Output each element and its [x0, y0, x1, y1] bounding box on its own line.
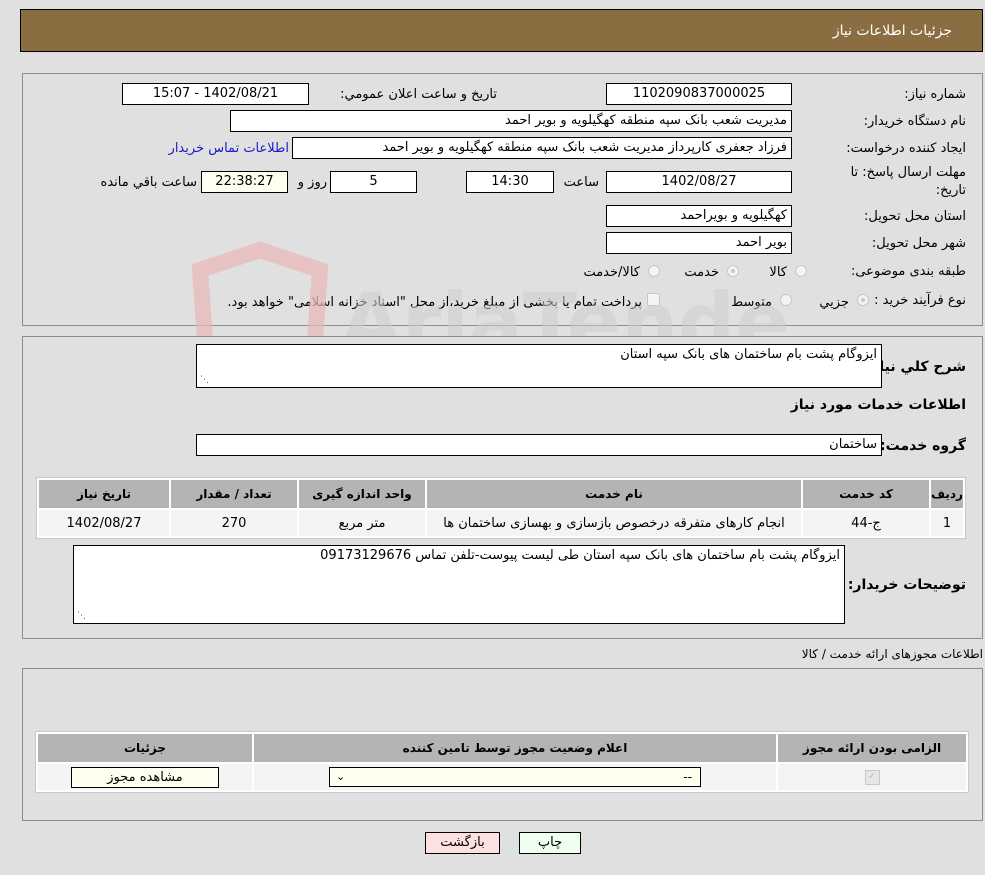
view-permit-button[interactable]: مشاهده مجوز	[71, 766, 219, 788]
need-number-field: 1102090837000025	[606, 83, 792, 105]
category-radio-goods[interactable]	[795, 265, 807, 277]
permits-table-wrap: الزامی بودن ارائه مجوز اعلام وضعیت مجوز …	[35, 731, 969, 793]
col-permit-status: اعلام وضعیت مجوز توسط تامین کننده	[254, 734, 776, 762]
deadline-label-date: تاریخ:	[935, 183, 966, 198]
permits-title: اطلاعات مجوزهای ارائه خدمت / کالا	[801, 647, 983, 661]
province-field: کهگیلویه و بویراحمد	[606, 205, 792, 227]
table-row: ✓ -- ⌄ مشاهده مجوز	[38, 764, 966, 790]
col-unit: واحد اندازه گيری	[299, 480, 425, 508]
service-group-field: ساختمان	[196, 434, 882, 456]
buyer-notes-label: توضیحات خریدار:	[847, 577, 966, 593]
remaining-time-field: 22:38:27	[201, 171, 288, 193]
cell-permit-details: مشاهده مجوز	[38, 764, 252, 790]
services-table-wrap: رديف کد خدمت نام خدمت واحد اندازه گيری ت…	[36, 477, 966, 539]
services-table-header: رديف کد خدمت نام خدمت واحد اندازه گيری ت…	[39, 480, 963, 508]
announce-label: تاریخ و ساعت اعلان عمومي:	[340, 87, 497, 102]
permit-required-checkbox[interactable]: ✓	[864, 769, 880, 785]
deadline-date-field: 1402/08/27	[606, 171, 792, 193]
print-button[interactable]: چاپ	[519, 832, 581, 854]
deadline-time-field: 14:30	[466, 171, 554, 193]
services-heading: اطلاعات خدمات مورد نياز	[790, 397, 966, 413]
col-need-date: تاریخ نیاز	[39, 480, 169, 508]
province-label: استان محل تحویل:	[864, 209, 966, 224]
col-permit-details: جزئیات	[38, 734, 252, 762]
chevron-down-icon: ⌄	[336, 770, 346, 783]
process-option-medium: متوسط	[731, 295, 772, 310]
process-label: نوع فرآیند خرید :	[874, 293, 966, 308]
permits-table-header: الزامی بودن ارائه مجوز اعلام وضعیت مجوز …	[38, 734, 966, 762]
category-radio-goods-service[interactable]	[648, 265, 660, 277]
col-service-name: نام خدمت	[427, 480, 801, 508]
category-option-service: خدمت	[684, 265, 719, 280]
process-radio-minor[interactable]	[857, 294, 869, 306]
service-group-label: گروه خدمت:	[880, 438, 966, 454]
cell-permit-status: -- ⌄	[254, 764, 776, 790]
buyer-contact-link[interactable]: اطلاعات تماس خريدار	[169, 141, 289, 156]
creator-field: فرزاد جعفری کارپرداز مدیریت شعب بانک سپه…	[292, 137, 792, 159]
summary-textarea[interactable]: ایزوگام پشت بام ساختمان های بانک سپه است…	[196, 344, 882, 388]
process-radio-medium[interactable]	[780, 294, 792, 306]
city-label: شهر محل تحویل:	[871, 236, 966, 251]
category-option-goods: کالا	[769, 265, 787, 280]
cell-need-date: 1402/08/27	[39, 510, 169, 536]
remaining-label: ساعت باقي مانده	[100, 175, 197, 190]
treasury-note: پرداخت تمام یا بخشی از مبلغ خرید،از محل …	[227, 295, 642, 310]
process-option-minor: جزيي	[819, 295, 849, 310]
category-radio-service[interactable]	[727, 265, 739, 277]
permits-table: الزامی بودن ارائه مجوز اعلام وضعیت مجوز …	[36, 732, 968, 792]
col-row: رديف	[931, 480, 963, 508]
announce-field: 1402/08/21 - 15:07	[122, 83, 309, 105]
need-info-panel: شماره نیاز: 1102090837000025 تاریخ و ساع…	[22, 73, 983, 326]
cell-service-code: ج-44	[803, 510, 929, 536]
page-header: جزئیات اطلاعات نیاز	[20, 9, 983, 52]
deadline-label: مهلت ارسال پاسخ: تا	[850, 165, 966, 180]
buyer-org-label: نام دستگاه خريدار:	[863, 114, 966, 129]
col-quantity: تعداد / مقدار	[171, 480, 297, 508]
treasury-checkbox[interactable]	[647, 293, 660, 306]
creator-label: ایجاد کننده درخواست:	[846, 141, 966, 156]
cell-quantity: 270	[171, 510, 297, 536]
resize-grip-icon[interactable]: ⋰	[76, 611, 86, 621]
buyer-notes-textarea[interactable]: ایزوگام پشت بام ساختمان های بانک سپه است…	[73, 545, 845, 624]
resize-grip-icon[interactable]: ⋰	[199, 375, 209, 385]
need-number-label: شماره نیاز:	[904, 87, 966, 102]
permit-status-value: --	[683, 770, 692, 784]
col-service-code: کد خدمت	[803, 480, 929, 508]
buyer-notes-text: ایزوگام پشت بام ساختمان های بانک سپه است…	[320, 548, 840, 563]
city-field: بویر احمد	[606, 232, 792, 254]
remaining-days-field: 5	[330, 171, 417, 193]
permits-panel: الزامی بودن ارائه مجوز اعلام وضعیت مجوز …	[22, 668, 983, 821]
category-option-goods-service: کالا/خدمت	[583, 265, 640, 280]
table-row: 1 ج-44 انجام کارهای متفرقه درخصوص بازساز…	[39, 510, 963, 536]
details-panel: شرح کلي نياز: ایزوگام پشت بام ساختمان ها…	[22, 336, 983, 639]
col-permit-required: الزامی بودن ارائه مجوز	[778, 734, 966, 762]
services-table: رديف کد خدمت نام خدمت واحد اندازه گيری ت…	[37, 478, 965, 538]
summary-text: ایزوگام پشت بام ساختمان های بانک سپه است…	[620, 347, 877, 362]
buyer-org-field: مديريت شعب بانک سپه منطقه کهگیلویه و بوی…	[230, 110, 792, 132]
back-button[interactable]: بازگشت	[425, 832, 500, 854]
permit-status-select[interactable]: -- ⌄	[329, 767, 701, 787]
days-label: روز و	[297, 175, 327, 190]
deadline-time-label: ساعت	[563, 175, 599, 190]
page-title: جزئیات اطلاعات نیاز	[832, 23, 952, 39]
cell-unit: متر مربع	[299, 510, 425, 536]
category-label: طبقه بندی موضوعی:	[850, 264, 966, 279]
cell-row: 1	[931, 510, 963, 536]
cell-permit-required: ✓	[778, 764, 966, 790]
cell-service-name: انجام کارهای متفرقه درخصوص بازسازی و بهس…	[427, 510, 801, 536]
